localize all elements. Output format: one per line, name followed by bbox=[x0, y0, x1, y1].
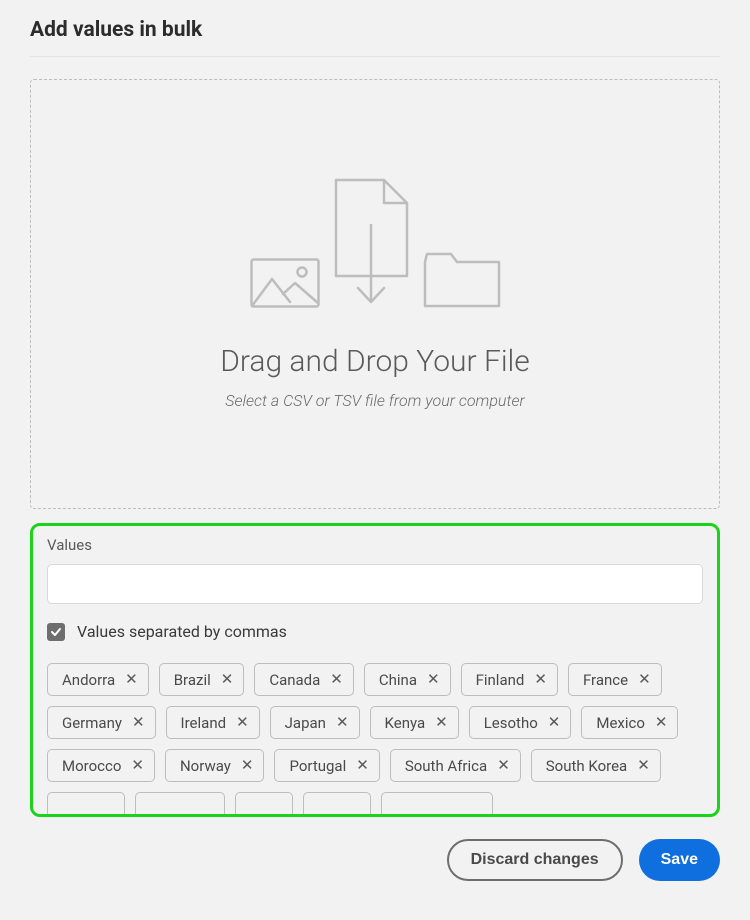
value-tag[interactable]: Portugal ✕ bbox=[274, 749, 379, 782]
value-tag[interactable]: France ✕ bbox=[568, 663, 662, 696]
value-tag[interactable]: Germany ✕ bbox=[47, 706, 156, 739]
value-tag[interactable]: Mexico ✕ bbox=[581, 706, 678, 739]
close-icon[interactable]: ✕ bbox=[241, 758, 254, 773]
value-tag-partial[interactable] bbox=[47, 792, 125, 817]
tag-label: Lesotho bbox=[484, 714, 538, 732]
tag-label: South Africa bbox=[405, 757, 487, 775]
tag-label: China bbox=[379, 671, 417, 689]
tags-container: Andorra✕Brazil✕Canada✕China✕Finland✕Fran… bbox=[47, 663, 703, 817]
value-tag-partial[interactable] bbox=[381, 792, 493, 817]
separator-checkbox[interactable] bbox=[47, 623, 65, 641]
close-icon[interactable]: ✕ bbox=[435, 715, 448, 730]
tag-label: Mexico bbox=[596, 714, 645, 732]
value-tag[interactable]: Canada ✕ bbox=[254, 663, 354, 696]
tag-label: Norway bbox=[180, 757, 231, 775]
file-dropzone[interactable]: Drag and Drop Your File Select a CSV or … bbox=[30, 79, 720, 509]
value-tag[interactable]: South Korea ✕ bbox=[531, 749, 661, 782]
value-tag[interactable]: Brazil ✕ bbox=[159, 663, 245, 696]
value-tag[interactable]: Ireland ✕ bbox=[166, 706, 260, 739]
tag-label: Ireland bbox=[181, 714, 227, 732]
tag-label: South Korea bbox=[546, 757, 627, 775]
value-tag[interactable]: Lesotho ✕ bbox=[469, 706, 572, 739]
values-label: Values bbox=[47, 536, 703, 554]
tag-label: Morocco bbox=[62, 757, 121, 775]
save-button[interactable]: Save bbox=[639, 839, 720, 881]
close-icon[interactable]: ✕ bbox=[132, 715, 145, 730]
page-title: Add values in bulk bbox=[30, 18, 720, 57]
close-icon[interactable]: ✕ bbox=[497, 758, 510, 773]
tag-label: France bbox=[583, 671, 628, 689]
value-tag[interactable]: Morocco ✕ bbox=[47, 749, 155, 782]
close-icon[interactable]: ✕ bbox=[236, 715, 249, 730]
dropzone-subtitle: Select a CSV or TSV file from your compu… bbox=[225, 391, 524, 410]
tag-label: Andorra bbox=[62, 671, 115, 689]
close-icon[interactable]: ✕ bbox=[221, 672, 234, 687]
values-section: Values Values separated by commas Andorr… bbox=[30, 523, 720, 817]
value-tag-partial[interactable] bbox=[235, 792, 293, 817]
image-icon bbox=[250, 258, 320, 308]
close-icon[interactable]: ✕ bbox=[548, 715, 561, 730]
close-icon[interactable]: ✕ bbox=[534, 672, 547, 687]
dropzone-title: Drag and Drop Your File bbox=[220, 344, 530, 379]
check-icon bbox=[50, 626, 62, 638]
separator-checkbox-label: Values separated by commas bbox=[77, 622, 287, 641]
value-tag[interactable]: Finland ✕ bbox=[461, 663, 558, 696]
value-tag[interactable]: Japan ✕ bbox=[270, 706, 360, 739]
values-input[interactable] bbox=[47, 564, 703, 604]
tag-label: Portugal bbox=[289, 757, 346, 775]
value-tag[interactable]: Norway ✕ bbox=[165, 749, 264, 782]
close-icon[interactable]: ✕ bbox=[637, 758, 650, 773]
tag-label: Japan bbox=[285, 714, 326, 732]
tag-label: Kenya bbox=[385, 714, 426, 732]
close-icon[interactable]: ✕ bbox=[655, 715, 668, 730]
value-tag-partial[interactable] bbox=[135, 792, 225, 817]
value-tag[interactable]: China ✕ bbox=[364, 663, 451, 696]
close-icon[interactable]: ✕ bbox=[336, 715, 349, 730]
folder-icon bbox=[423, 252, 501, 308]
footer-actions: Discard changes Save bbox=[30, 839, 720, 881]
tag-label: Germany bbox=[62, 714, 122, 732]
discard-button[interactable]: Discard changes bbox=[447, 839, 623, 881]
close-icon[interactable]: ✕ bbox=[427, 672, 440, 687]
tag-label: Brazil bbox=[174, 671, 211, 689]
separator-checkbox-row[interactable]: Values separated by commas bbox=[47, 622, 703, 641]
value-tag[interactable]: Kenya ✕ bbox=[370, 706, 459, 739]
value-tag-partial[interactable] bbox=[303, 792, 371, 817]
file-download-icon bbox=[334, 178, 409, 308]
tag-label: Finland bbox=[476, 671, 525, 689]
value-tag[interactable]: South Africa ✕ bbox=[390, 749, 521, 782]
close-icon[interactable]: ✕ bbox=[330, 672, 343, 687]
close-icon[interactable]: ✕ bbox=[131, 758, 144, 773]
tag-label: Canada bbox=[269, 671, 320, 689]
dropzone-icons bbox=[250, 178, 501, 308]
close-icon[interactable]: ✕ bbox=[125, 672, 138, 687]
close-icon[interactable]: ✕ bbox=[356, 758, 369, 773]
value-tag[interactable]: Andorra ✕ bbox=[47, 663, 149, 696]
close-icon[interactable]: ✕ bbox=[638, 672, 651, 687]
